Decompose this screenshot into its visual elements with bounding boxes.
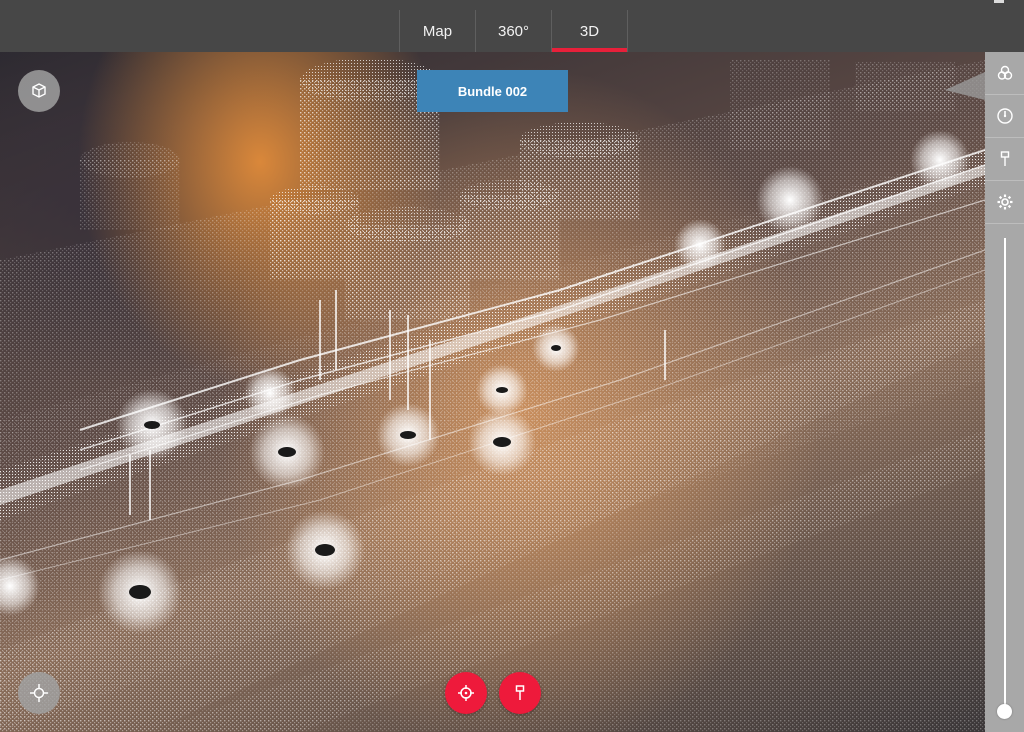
app-window: Map 360° 3D Bundle 002 [0,0,1024,732]
pin-button[interactable] [499,672,541,714]
point-cloud-scene [0,58,985,732]
view-cube-button[interactable] [18,70,60,112]
pin-icon [1000,151,1009,166]
gear-icon [997,194,1012,210]
layers-button[interactable] [985,52,1024,95]
compass-button[interactable] [985,95,1024,138]
crosshair-move-icon [30,684,48,702]
zoom-slider-track[interactable] [1004,238,1006,712]
tab-360[interactable]: 360° [475,10,551,52]
markers-button[interactable] [985,138,1024,181]
side-toolbar [985,52,1024,732]
tab-map[interactable]: Map [399,10,475,52]
settings-button[interactable] [985,181,1024,224]
cube-icon [32,83,46,98]
zoom-slider-thumb[interactable] [997,704,1012,719]
target-button[interactable] [445,672,487,714]
tab-3d[interactable]: 3D [551,10,628,52]
window-corner-mark [994,0,1004,3]
compass-icon [996,108,1013,124]
point-cloud-viewport[interactable] [0,52,985,732]
layers-icon [997,65,1012,80]
bundle-label-button[interactable]: Bundle 002 [417,70,568,112]
top-bar: Map 360° 3D [0,0,1024,52]
pin-icon [515,685,525,700]
view-tabs: Map 360° 3D [399,10,628,52]
target-icon [458,685,474,701]
navigate-button[interactable] [18,672,60,714]
